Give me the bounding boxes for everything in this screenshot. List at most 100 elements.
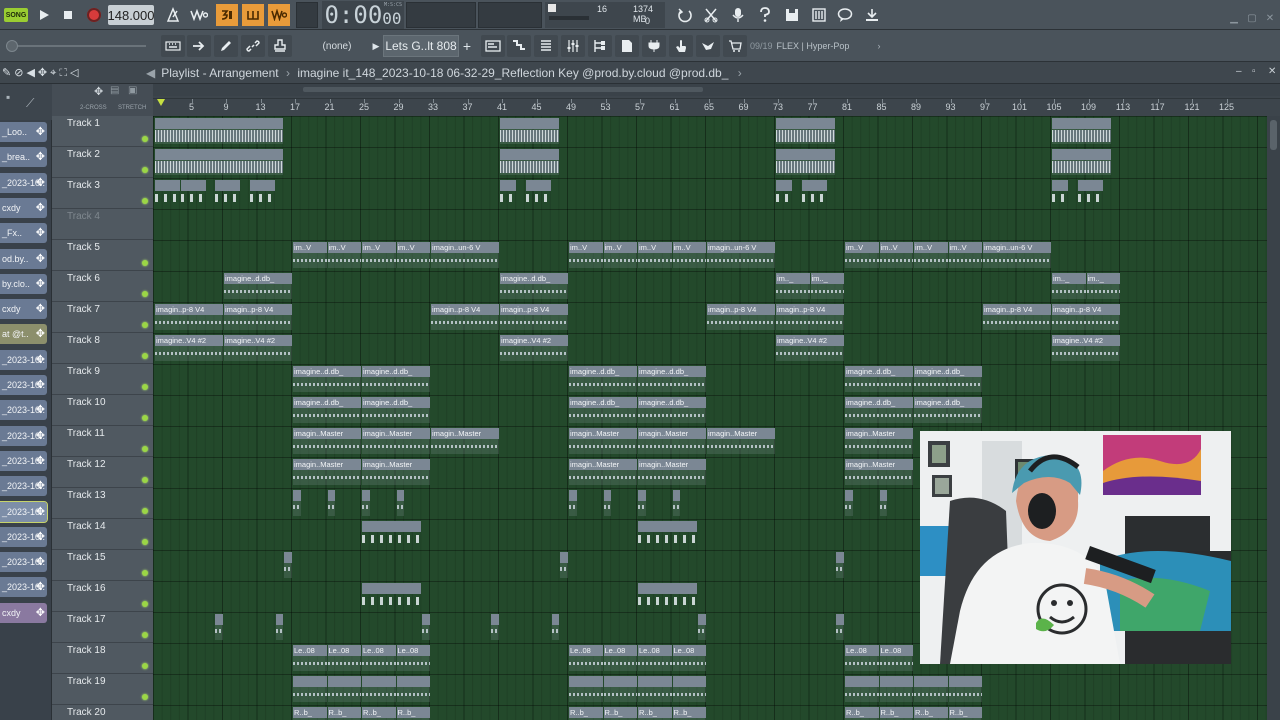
picker-pattern-item[interactable]: _2023-10.. ✥: [0, 425, 47, 446]
audio-clip[interactable]: imagin..Master: [845, 428, 913, 454]
track-name[interactable]: Track 1: [67, 118, 100, 129]
audio-clip[interactable]: [500, 149, 560, 175]
audio-clip[interactable]: Le..08: [845, 645, 879, 671]
stretch-label[interactable]: STRETCH: [118, 105, 146, 111]
audio-clip[interactable]: [638, 583, 698, 609]
audio-clip[interactable]: [1052, 180, 1069, 206]
tempo-display[interactable]: 148.000: [108, 5, 155, 25]
minimize-button[interactable]: ▁: [1226, 6, 1242, 30]
audio-clip[interactable]: [638, 521, 698, 547]
drag-handle-icon[interactable]: ✥: [36, 201, 45, 214]
bar-number[interactable]: 73: [773, 102, 783, 112]
wait-input-button[interactable]: [188, 4, 210, 26]
audio-clip[interactable]: im..V: [948, 242, 982, 268]
cut-button[interactable]: [700, 4, 722, 26]
shop-button[interactable]: [723, 35, 747, 57]
audio-clip[interactable]: [180, 180, 206, 206]
news-ticker[interactable]: 09/19 FLEX | Hyper-Pop: [750, 35, 890, 57]
audio-clip[interactable]: [638, 490, 646, 516]
track-name[interactable]: Track 9: [67, 366, 100, 377]
audio-clip[interactable]: [362, 490, 370, 516]
bar-number[interactable]: 125: [1219, 102, 1234, 112]
audio-clip[interactable]: imagin..un-6 V: [431, 242, 499, 268]
audio-clip[interactable]: [362, 676, 396, 702]
audio-clip[interactable]: [603, 490, 612, 516]
picker-pattern-item[interactable]: cxdy ✥: [0, 602, 47, 623]
audio-clip[interactable]: im..V: [845, 242, 879, 268]
metronome-button[interactable]: [162, 4, 184, 26]
step-edit-button[interactable]: [242, 4, 264, 26]
audio-clip[interactable]: imagin..Master: [431, 428, 499, 454]
audio-clip[interactable]: [836, 614, 844, 640]
audio-clip[interactable]: imagin..Master: [569, 459, 637, 485]
mixer-button[interactable]: [808, 4, 830, 26]
bar-number[interactable]: 113: [1116, 102, 1130, 112]
drag-handle-icon[interactable]: ✥: [36, 302, 45, 315]
typing-keyboard-button[interactable]: [161, 35, 185, 57]
track-name[interactable]: Track 12: [67, 459, 106, 470]
audio-clip[interactable]: imagine..d.db_: [293, 366, 361, 392]
track-mute-led[interactable]: [142, 446, 148, 452]
master-pitch-slider[interactable]: [6, 40, 146, 52]
close-button[interactable]: ✕: [1262, 6, 1278, 30]
track-name[interactable]: Track 11: [67, 428, 105, 439]
audio-clip[interactable]: [672, 676, 706, 702]
playlist-close-button[interactable]: ✕: [1268, 66, 1276, 77]
pattern-selector[interactable]: (none): [308, 35, 366, 57]
bar-number[interactable]: 17: [290, 102, 300, 112]
track-header[interactable]: Track 14: [52, 519, 153, 550]
bar-number[interactable]: 21: [324, 102, 334, 112]
audio-clip[interactable]: [845, 676, 879, 702]
audio-clip[interactable]: imagine..d.db_: [293, 397, 361, 423]
picker-pattern-item[interactable]: _2023-10.. ✥: [0, 526, 47, 547]
track-header[interactable]: Track 17: [52, 612, 153, 643]
audio-clip[interactable]: R..b_: [914, 707, 948, 720]
audio-clip[interactable]: im.._: [776, 273, 810, 299]
audio-clip[interactable]: imagin..p-8 V4: [776, 304, 844, 330]
drag-handle-icon[interactable]: ✥: [36, 505, 45, 518]
bar-number[interactable]: 41: [497, 102, 507, 112]
drag-handle-icon[interactable]: ✥: [36, 454, 45, 467]
audio-clip[interactable]: R..b_: [948, 707, 982, 720]
drag-handle-icon[interactable]: ✥: [36, 403, 45, 416]
audio-clip[interactable]: R..b_: [396, 707, 430, 720]
track-name[interactable]: Track 7: [67, 304, 100, 315]
play-button[interactable]: [32, 3, 56, 27]
audio-clip[interactable]: R..b_: [672, 707, 706, 720]
track-mute-led[interactable]: [142, 291, 148, 297]
audio-clip[interactable]: [362, 583, 422, 609]
audio-clip[interactable]: imagine..V4 #2: [776, 335, 844, 361]
bar-number[interactable]: 53: [600, 102, 610, 112]
bar-number[interactable]: 69: [738, 102, 748, 112]
audio-clip[interactable]: [1052, 118, 1112, 144]
track-name[interactable]: Track 17: [67, 614, 106, 625]
mic-button[interactable]: [727, 4, 749, 26]
picker-pattern-item[interactable]: _2023-10.. ✥: [0, 476, 47, 497]
picker-pattern-item[interactable]: od.by.. ✥: [0, 248, 47, 269]
audio-clip[interactable]: imagin..un-6 V: [707, 242, 775, 268]
audio-clip[interactable]: R..b_: [879, 707, 913, 720]
audio-clip[interactable]: [500, 118, 560, 144]
audio-clip[interactable]: Le..08: [638, 645, 672, 671]
audio-clip[interactable]: [603, 676, 637, 702]
loop-record-button[interactable]: [268, 4, 290, 26]
audio-clip[interactable]: [155, 149, 284, 175]
audio-clip[interactable]: [845, 490, 853, 516]
track-header[interactable]: Track 8: [52, 333, 153, 364]
audio-clip[interactable]: Le..08: [327, 645, 361, 671]
audio-clip[interactable]: im.._: [810, 273, 844, 299]
audio-clip[interactable]: imagine..V4 #2: [500, 335, 568, 361]
bar-number[interactable]: 65: [704, 102, 714, 112]
picker-pattern-item[interactable]: _2023-10.. ✥: [0, 552, 47, 573]
browser-button[interactable]: [588, 35, 612, 57]
bar-number[interactable]: 121: [1184, 102, 1199, 112]
audio-clip[interactable]: Le..08: [362, 645, 396, 671]
track-header[interactable]: Track 13: [52, 488, 153, 519]
audio-clip[interactable]: [698, 614, 706, 640]
audio-clip[interactable]: im..V: [396, 242, 430, 268]
audio-clip[interactable]: [362, 521, 422, 547]
drag-handle-icon[interactable]: ✥: [36, 580, 45, 593]
touch-controller-button[interactable]: [669, 35, 693, 57]
time-mode-slot[interactable]: [296, 2, 318, 28]
audio-clip[interactable]: imagine..d.db_: [845, 397, 913, 423]
